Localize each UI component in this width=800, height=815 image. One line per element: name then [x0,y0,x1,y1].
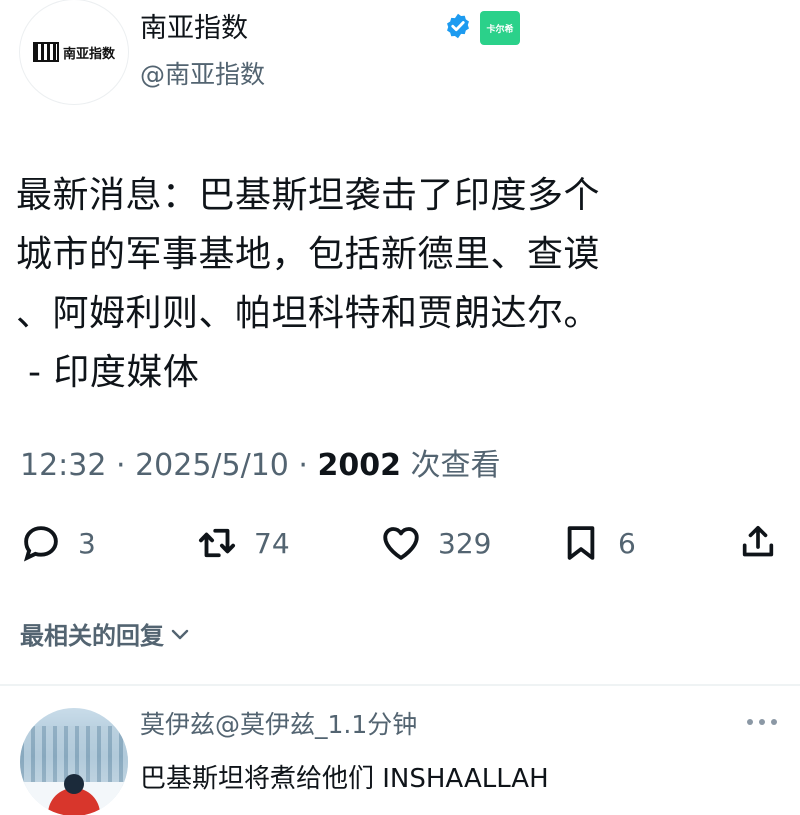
replies-sort-label: 最相关的回复 [20,622,164,650]
retweet-icon [198,528,236,558]
avatar-logo-text: 南亚指数 [62,46,115,62]
retweet-count: 74 [254,526,290,560]
logo-icon [32,42,59,62]
bookmark-button[interactable]: 6 [560,522,636,564]
like-count: 329 [438,526,492,560]
reply-count: 3 [78,526,96,560]
tweet-text: 最新消息：巴基斯坦袭击了印度多个 城市的军事基地，包括新德里、查谟 、阿姆利则、… [16,175,601,393]
author-display-name[interactable]: 南亚指数 [140,6,248,45]
tweet-timestamp: 12:32 · 2025/5/10 · [20,448,318,483]
reply-author-header[interactable]: 莫伊兹@莫伊兹_1.1分钟 [140,705,417,741]
tweet-page: 南亚指数 南亚指数 @南亚指数 卡尔希 最新消息：巴基斯坦袭击了印度多个 城市的… [0,0,800,815]
tweet-meta: 12:32 · 2025/5/10 · 2002 次查看 [20,440,501,484]
divider [0,684,800,686]
view-label: 次查看 [401,448,501,483]
author-handle[interactable]: @南亚指数 [140,55,265,91]
heart-icon [383,527,419,560]
bookmark-count: 6 [618,526,636,560]
like-button[interactable]: 329 [380,522,491,564]
retweet-button[interactable]: 74 [196,522,290,564]
reply-icon [23,526,58,562]
author-avatar[interactable]: 南亚指数 [20,0,128,104]
bookmark-icon [567,526,595,560]
reply-text: 巴基斯坦将煮给他们 INSHAALLAH [140,764,549,794]
share-button[interactable] [738,522,778,562]
reply-avatar[interactable] [20,708,128,815]
chevron-down-icon [171,629,189,639]
view-count: 2002 [317,448,402,483]
replies-sort-dropdown[interactable]: 最相关的回复 [20,616,192,651]
affiliate-badge[interactable]: 卡尔希 [480,11,520,45]
reply-button[interactable]: 3 [20,522,96,564]
verified-badge-icon [447,13,469,39]
share-icon [742,526,774,557]
more-options-icon[interactable] [744,712,780,732]
